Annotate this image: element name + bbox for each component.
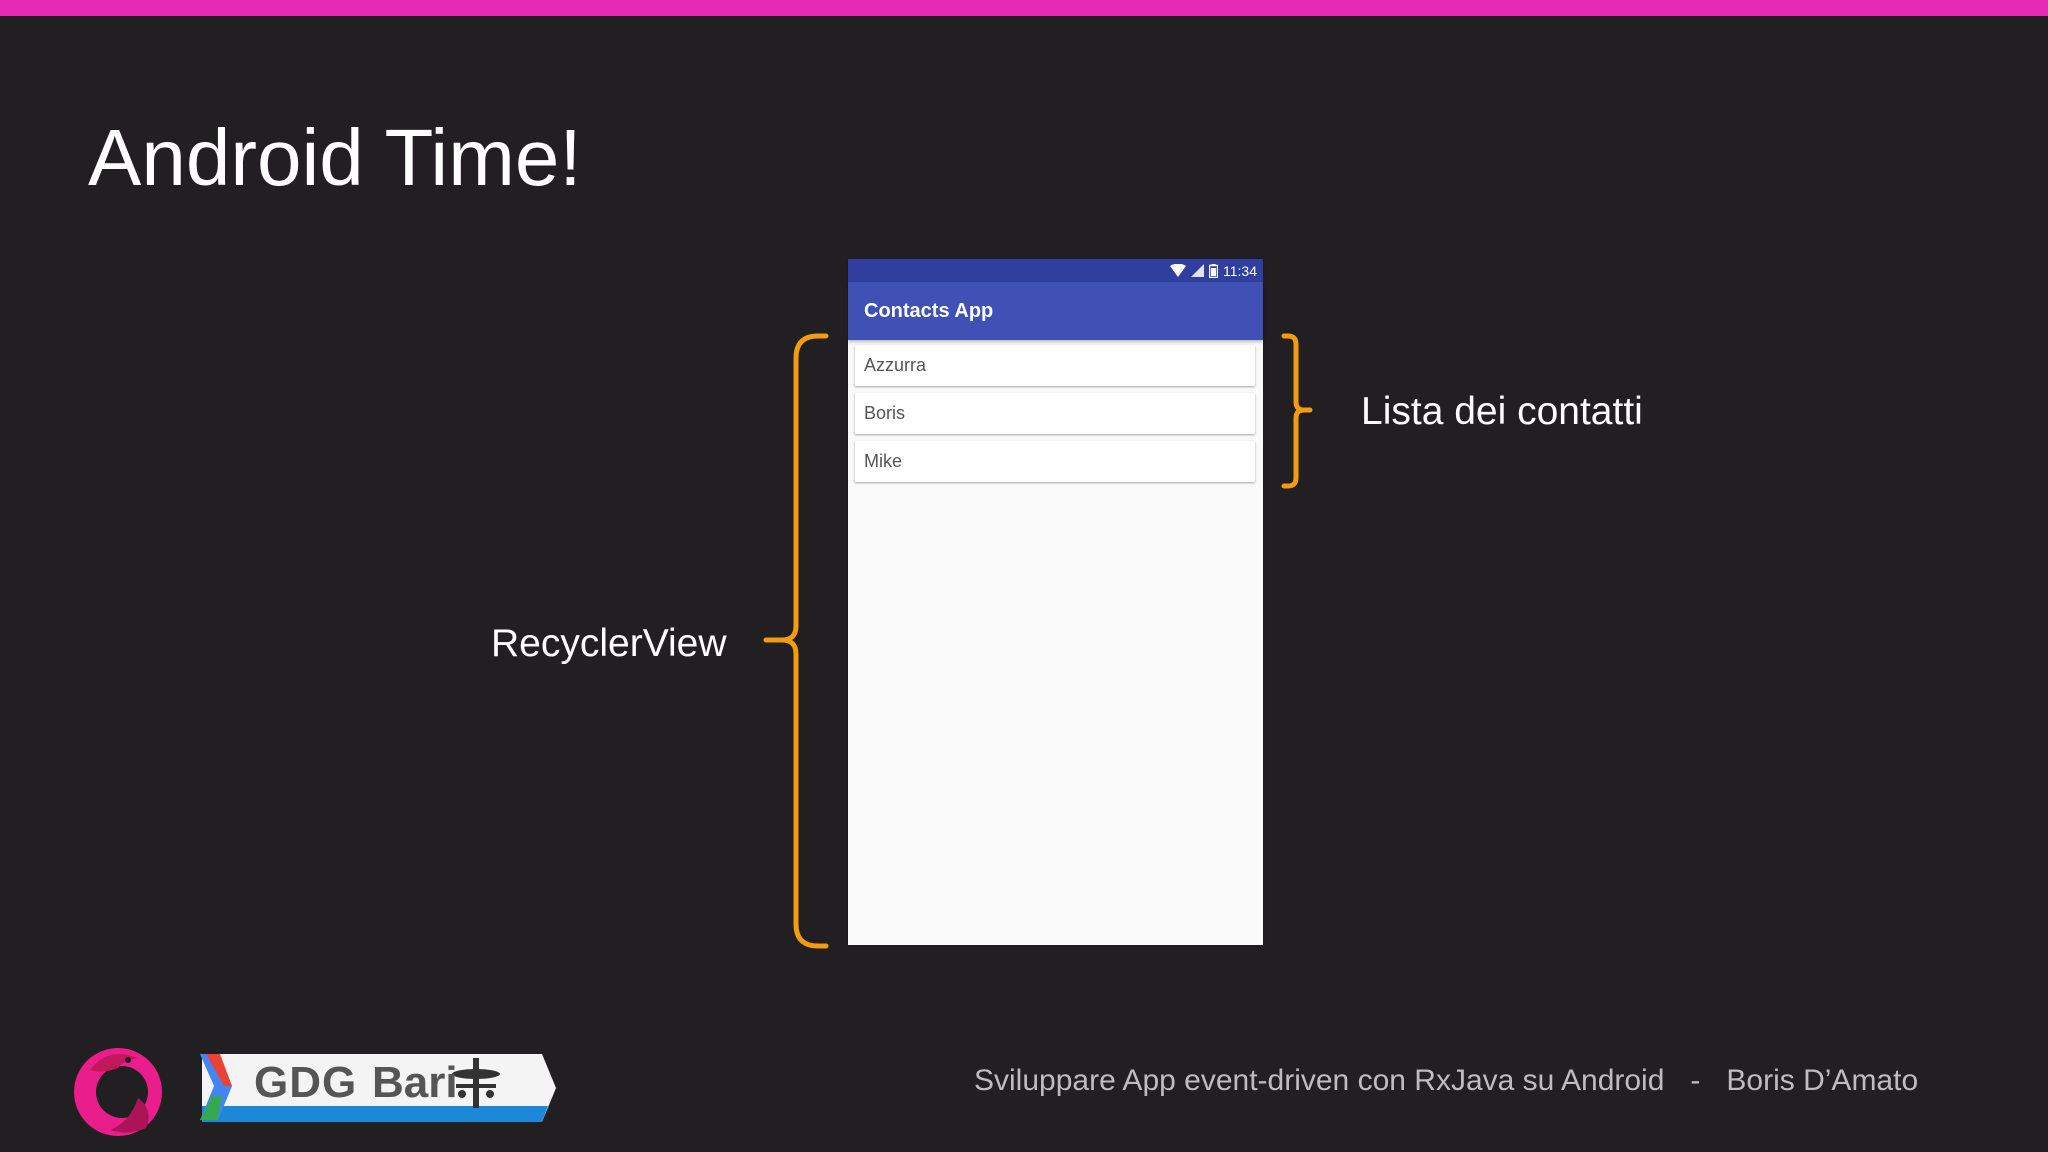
gdg-label: GDG: [254, 1058, 358, 1107]
accent-bar: [0, 0, 2048, 16]
list-item[interactable]: Mike: [855, 441, 1255, 482]
footer-caption: Sviluppare App event-driven con RxJava s…: [974, 1064, 1918, 1098]
status-time: 11:34: [1223, 262, 1257, 279]
slide-title: Android Time!: [88, 113, 582, 202]
author-name: Boris D’Amato: [1726, 1064, 1919, 1097]
contacts-list[interactable]: Azzurra Boris Mike: [855, 345, 1255, 489]
battery-icon: [1209, 263, 1218, 278]
list-label: Lista dei contatti: [1361, 390, 1643, 433]
app-title: Contacts App: [864, 300, 994, 322]
talk-title: Sviluppare App event-driven con RxJava s…: [974, 1064, 1665, 1097]
list-item[interactable]: Boris: [855, 393, 1255, 434]
signal-icon: [1191, 264, 1204, 277]
list-brace: [1281, 333, 1313, 489]
wifi-icon: [1170, 264, 1186, 277]
status-icons: 11:34: [1170, 261, 1257, 280]
status-bar: 11:34: [848, 259, 1263, 282]
recycler-brace: [763, 333, 829, 949]
list-item[interactable]: Azzurra: [855, 345, 1255, 386]
footer-separator: -: [1690, 1064, 1701, 1097]
app-bar: Contacts App: [848, 282, 1263, 340]
bari-label: Bari: [372, 1058, 458, 1107]
rx-logo-icon: [74, 1048, 162, 1136]
phone-screen: 11:34 Contacts App Azzurra Boris Mike: [848, 259, 1263, 945]
recycler-label: RecyclerView: [491, 622, 727, 665]
